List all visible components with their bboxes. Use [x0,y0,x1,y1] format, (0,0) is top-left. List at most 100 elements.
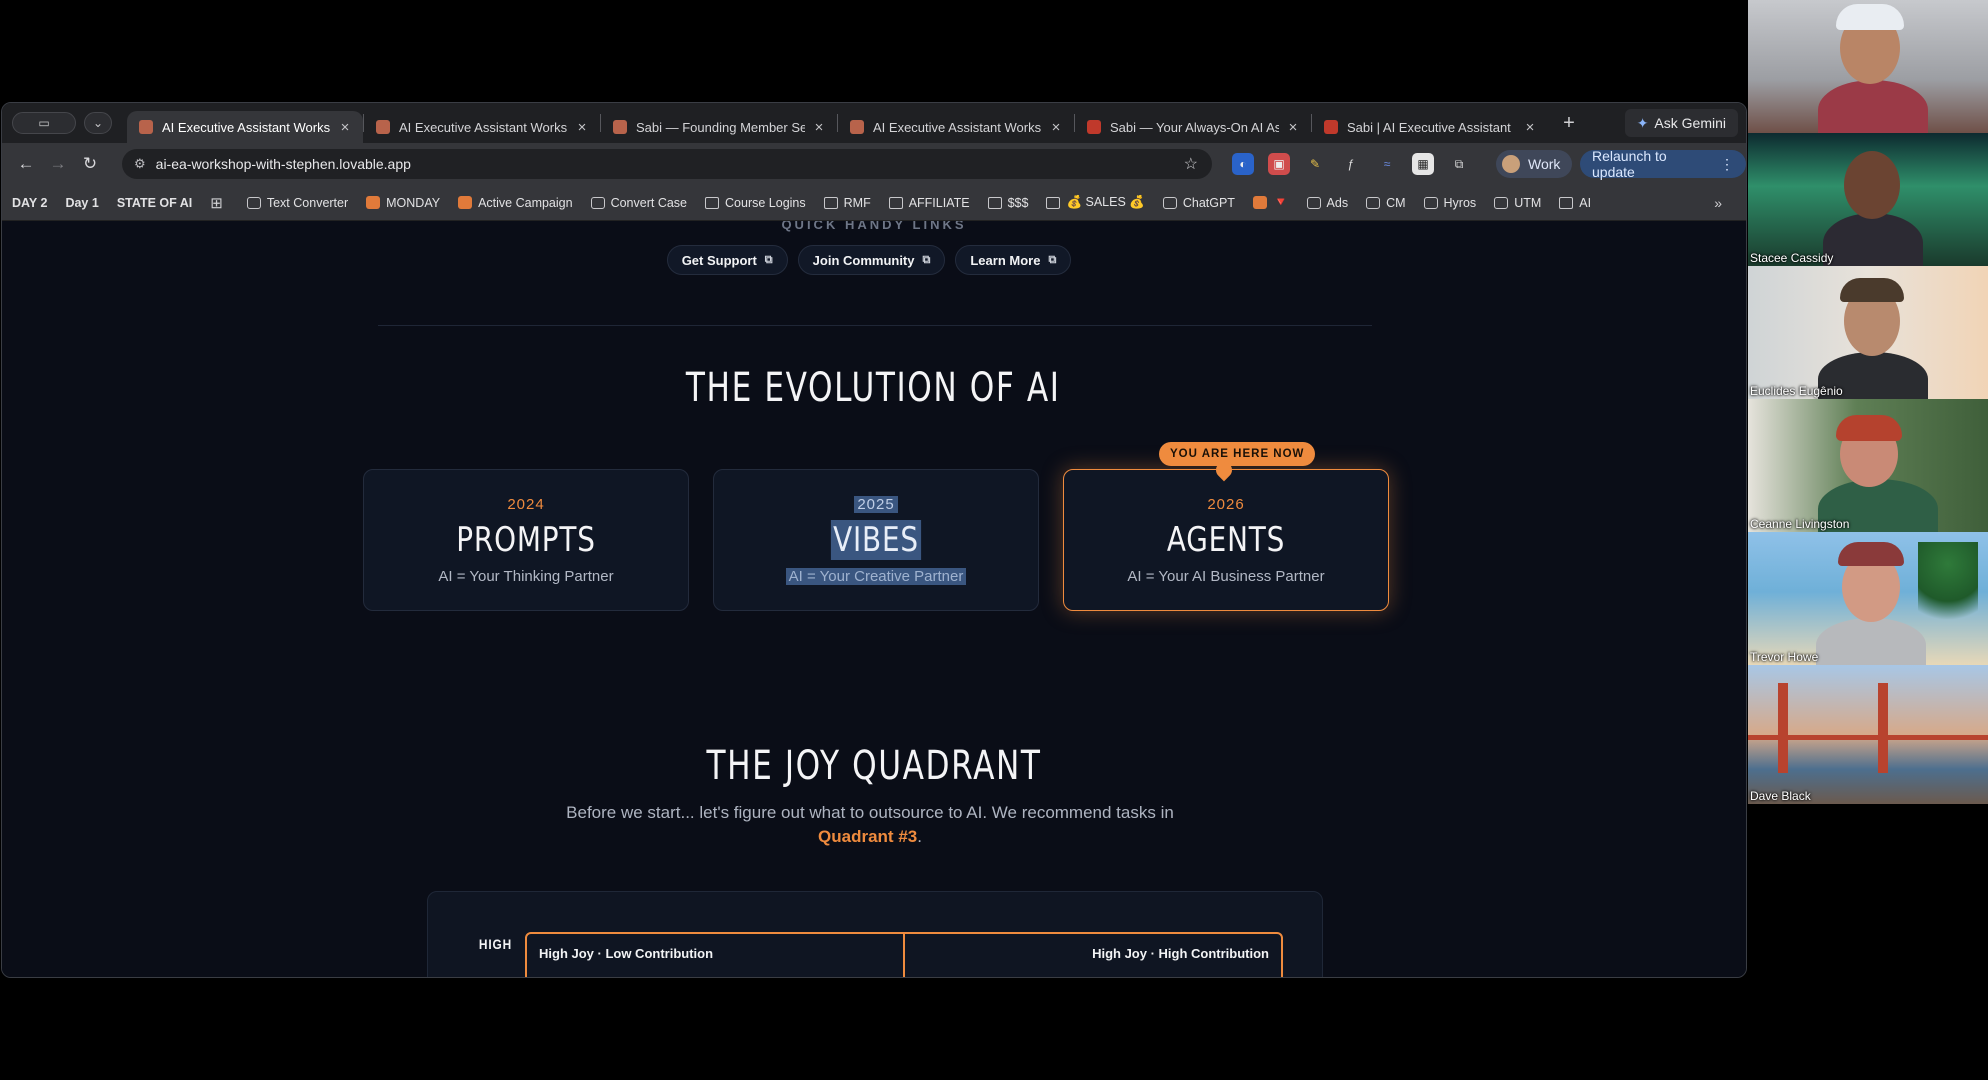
bookmark-label: Active Campaign [478,195,573,210]
reload-button[interactable]: ↻ [74,154,106,174]
bookmark-item[interactable]: 🔻 [1252,195,1289,210]
bookmark-item[interactable]: MONDAY [366,196,440,210]
browser-tab[interactable]: AI Executive Assistant Works × [127,111,363,143]
bookmark-page-icon [590,196,605,209]
profile-chip[interactable]: Work [1496,150,1573,178]
site-info-icon[interactable]: ⚙ [134,156,146,172]
participant-face [1844,151,1900,219]
address-bar[interactable]: ⚙ ai-ea-workshop-with-stephen.lovable.ap… [122,149,1212,179]
participant-video [1818,80,1928,133]
ask-gemini-button[interactable]: ✦ Ask Gemini [1624,109,1738,137]
tab-title: AI Executive Assistant Works [162,119,331,135]
bookmark-item[interactable]: 💰 SALES 💰 [1046,195,1145,210]
learn-more-button[interactable]: Learn More ⧉ [955,245,1072,275]
password-manager-extension-icon[interactable]: ◐ [1232,153,1254,175]
folder-icon [1046,196,1061,209]
color-picker-extension-icon[interactable]: ✎ [1304,153,1326,175]
forward-button[interactable]: → [42,154,74,174]
bookmark-item[interactable]: Hyros [1423,196,1476,210]
selected-text: VIBES [830,520,922,560]
bookmark-item[interactable]: ⊞ [210,194,229,212]
bookmark-item[interactable]: $$$ [987,196,1028,210]
video-tile-host[interactable] [1748,0,1988,133]
back-button[interactable]: ← [10,154,42,174]
wave-extension-icon[interactable]: ≈ [1376,153,1398,175]
screen-capture-extension-icon[interactable]: ▣ [1268,153,1290,175]
video-tile-ceanne-livingston[interactable]: Ceanne Livingston [1748,399,1988,532]
video-tile-dave-black[interactable]: Dave Black [1748,665,1988,804]
card-description: AI = Your Creative Partner [714,568,1038,585]
bookmark-page-icon [1366,196,1381,209]
video-tile-stacee-cassidy[interactable]: Stacee Cassidy [1748,133,1988,266]
bookmark-item[interactable]: STATE OF AI [117,196,192,210]
card-year: 2025 [714,496,1038,513]
bookmark-page-icon [1306,196,1321,209]
puzzle-extensions-icon[interactable]: ⧉ [1448,153,1470,175]
tab-search-button[interactable]: ⌄ [84,112,112,134]
close-tab-icon[interactable]: × [1285,119,1301,136]
grid-extension-icon[interactable]: ▦ [1412,153,1434,175]
bookmark-item[interactable]: RMF [823,195,871,210]
video-tile-trevor-howe[interactable]: Trevor Howe [1748,532,1988,665]
close-tab-icon[interactable]: × [1522,119,1538,136]
browser-tab[interactable]: Sabi | AI Executive Assistant × [1312,111,1548,143]
arrow-right-icon: → [49,154,67,173]
card-name: PROMPTS [456,520,596,560]
bookmark-item[interactable]: ChatGPT [1162,196,1235,210]
bookmark-label: 🔻 [1272,195,1289,209]
external-link-icon: ⧉ [1048,253,1057,266]
browser-window: ▭ ⌄ AI Executive Assistant Works × AI Exec… [1,102,1747,978]
bookmark-item[interactable]: Course Logins [705,196,806,210]
bookmark-page-icon [1423,196,1438,209]
profile-avatar [1502,155,1520,173]
close-tab-icon[interactable]: × [811,119,827,136]
relaunch-button[interactable]: Relaunch to update ⋮ [1580,148,1746,180]
more-vertical-icon: ⋮ [1720,155,1734,172]
participant-name: Euclides Eugênio [1750,384,1843,398]
tab-title: Sabi — Founding Member Se [636,119,805,135]
bookmarks-overflow-icon[interactable]: » [1714,195,1722,211]
quadrant-high-joy-low-contribution: High Joy · Low Contribution [539,946,714,961]
close-tab-icon[interactable]: × [1048,119,1064,136]
bookmark-item[interactable]: DAY 2 [12,196,47,210]
new-tab-button[interactable]: + [1554,112,1584,135]
browser-tab[interactable]: AI Executive Assistant Works × [364,111,600,143]
card-year: 2026 [1207,496,1245,513]
close-tab-icon[interactable]: × [574,119,590,136]
ask-gemini-label: Ask Gemini [1654,115,1726,131]
bookmark-item[interactable]: CM [1366,196,1406,210]
joy-quadrant-subtitle: Before we start... let's figure out what… [2,801,1746,849]
bookmark-label: RMF [843,195,871,210]
bookmark-label: 💰 SALES 💰 [1066,195,1145,209]
tab-title: AI Executive Assistant Works [873,119,1042,135]
web-page: QUICK HANDY LINKS Get Support ⧉ Join Comm… [2,221,1746,977]
tab-groups-button[interactable]: ▭ [12,112,76,134]
bookmark-item[interactable]: Day 1 [65,196,98,210]
participant-hair [1836,415,1902,441]
bookmark-item[interactable]: AFFILIATE [888,196,970,210]
bookmark-item[interactable]: Text Converter [246,196,348,210]
get-support-button[interactable]: Get Support ⧉ [666,245,788,275]
quick-links-title: QUICK HANDY LINKS [781,221,967,232]
video-tile-euclides-eugenio[interactable]: Euclides Eugênio [1748,266,1988,399]
extensions-row: ◐ ▣ ✎ ƒ ≈ ▦ ⧉ [1232,153,1470,175]
relaunch-label: Relaunch to update [1592,148,1667,180]
apps-grid-icon: ⊞ [210,194,223,212]
join-community-button[interactable]: Join Community ⧉ [797,245,946,275]
close-tab-icon[interactable]: × [337,119,353,136]
formula-extension-icon[interactable]: ƒ [1340,153,1362,175]
learn-more-label: Learn More [970,252,1041,268]
plus-icon: + [1563,111,1575,134]
bookmark-page-icon [1162,196,1177,209]
joy-quadrant-title: THE JOY QUADRANT [706,743,1042,789]
browser-tab[interactable]: Sabi — Your Always-On AI As × [1075,111,1311,143]
bookmark-item[interactable]: AI [1559,196,1591,210]
bookmark-item[interactable]: Active Campaign [458,196,573,210]
bookmark-star-icon[interactable]: ☆ [1184,154,1198,174]
bookmark-item[interactable]: UTM [1494,196,1541,210]
bridge-tower [1878,683,1888,773]
browser-tab[interactable]: Sabi — Founding Member Se × [601,111,837,143]
browser-tab[interactable]: AI Executive Assistant Works × [838,111,1074,143]
bookmark-item[interactable]: Ads [1306,196,1348,210]
bookmark-item[interactable]: Convert Case [590,196,687,210]
